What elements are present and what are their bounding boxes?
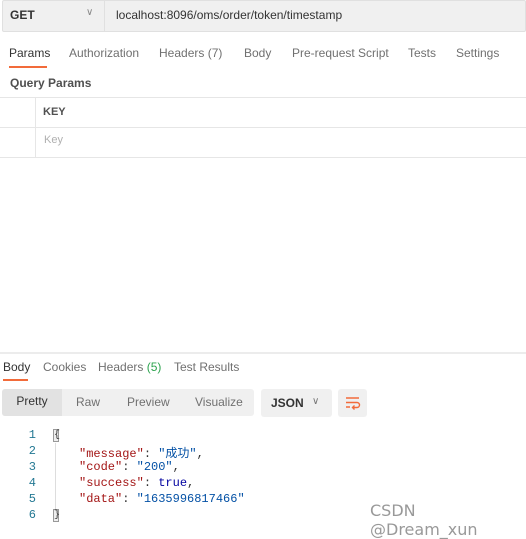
preview-button[interactable]: Preview xyxy=(127,395,170,409)
line-number: 6 xyxy=(28,508,36,522)
divider xyxy=(0,157,526,158)
code-line: "success": true, xyxy=(79,476,195,490)
json-key: "code" xyxy=(79,460,123,474)
divider xyxy=(0,127,526,128)
line-number: 4 xyxy=(28,476,36,490)
watermark: CSDN @Dream_xun xyxy=(370,501,478,539)
visualize-button[interactable]: Visualize xyxy=(195,395,243,409)
tab-settings[interactable]: Settings xyxy=(456,46,499,60)
json-value: "1635996817466" xyxy=(136,492,245,506)
code-line: "code": "200", xyxy=(79,460,180,474)
divider xyxy=(0,97,526,98)
comma: , xyxy=(196,447,204,461)
raw-button[interactable]: Raw xyxy=(76,395,100,409)
chevron-down-icon: ∨ xyxy=(312,396,320,407)
json-value: "200" xyxy=(136,460,173,474)
comma: , xyxy=(187,476,195,490)
chevron-down-icon[interactable]: ∨ xyxy=(86,7,93,18)
open-brace: { xyxy=(53,429,61,442)
wrap-icon xyxy=(346,397,361,410)
method-select[interactable]: GET xyxy=(10,8,35,22)
line-number: 5 xyxy=(28,492,36,506)
response-tab-body[interactable]: Body xyxy=(3,360,30,374)
active-tab-indicator xyxy=(9,66,47,68)
divider xyxy=(0,352,526,354)
tab-headers[interactable]: Headers (7) xyxy=(159,46,222,60)
divider xyxy=(104,0,105,32)
line-number: 3 xyxy=(28,460,36,474)
tab-tests[interactable]: Tests xyxy=(408,46,436,60)
wrap-lines-button[interactable] xyxy=(338,389,367,417)
divider xyxy=(35,97,36,157)
code-line: "data": "1635996817466" xyxy=(79,492,245,506)
url-input[interactable]: localhost:8096/oms/order/token/timestamp xyxy=(116,8,342,22)
query-params-title: Query Params xyxy=(10,76,92,90)
code-line: "message": "成功", xyxy=(79,447,204,461)
json-value: true xyxy=(158,476,188,490)
response-tab-headers[interactable]: Headers (5) xyxy=(98,360,161,374)
json-key: "data" xyxy=(79,492,123,506)
json-key: "message" xyxy=(79,447,144,461)
response-tab-cookies[interactable]: Cookies xyxy=(43,360,86,374)
comma: , xyxy=(172,460,180,474)
json-value: "成功" xyxy=(158,447,197,461)
key-column-header: KEY xyxy=(43,106,66,118)
format-label: JSON xyxy=(271,396,304,410)
json-key: "success" xyxy=(79,476,144,490)
tab-body[interactable]: Body xyxy=(244,46,271,60)
active-tab-indicator xyxy=(3,379,28,381)
key-input[interactable]: Key xyxy=(44,134,63,146)
close-brace: } xyxy=(53,509,61,522)
line-number: 2 xyxy=(28,444,36,458)
pretty-button[interactable]: Pretty xyxy=(2,389,62,416)
headers-label: Headers xyxy=(98,360,144,374)
tab-params[interactable]: Params xyxy=(9,46,50,60)
response-tab-test-results[interactable]: Test Results xyxy=(174,360,239,374)
indent-guide xyxy=(55,443,56,511)
tab-authorization[interactable]: Authorization xyxy=(69,46,139,60)
line-number: 1 xyxy=(28,428,36,442)
headers-count: (5) xyxy=(146,360,162,374)
tab-pre-request-script[interactable]: Pre-request Script xyxy=(292,46,389,60)
